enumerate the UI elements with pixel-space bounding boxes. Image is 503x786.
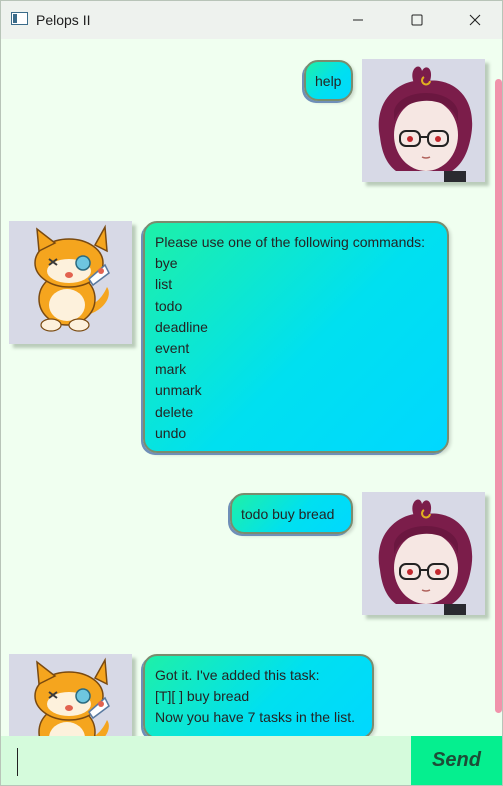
message-line: list [155, 276, 173, 293]
message-line: Got it. I've added this task: [155, 667, 320, 683]
message-input[interactable] [1, 736, 411, 785]
user-avatar [362, 59, 485, 182]
message-line: deadline [155, 318, 208, 335]
minimize-icon [353, 19, 363, 21]
maximize-icon [411, 14, 423, 26]
message-line: todo [155, 297, 183, 314]
chat-scroll-area[interactable]: help Please use one of the following com… [1, 39, 502, 736]
message-line: unmark [155, 382, 202, 399]
message-text: help [315, 73, 342, 89]
message-line: event [155, 340, 190, 357]
bot-avatar [9, 221, 132, 344]
send-button[interactable]: Send [411, 736, 502, 785]
message-line: bye [155, 255, 178, 272]
user-message-bubble: todo buy bread [230, 493, 353, 534]
user-message-bubble: help [304, 60, 353, 101]
app-window: Pelops II help Please use one of the fol… [0, 0, 503, 786]
title-bar: Pelops II [1, 1, 502, 39]
message-line: Now you have 7 tasks in the list. [155, 709, 355, 726]
message-line: delete [155, 403, 194, 420]
bot-avatar-icon [9, 221, 132, 344]
input-bar: Send [1, 736, 502, 785]
bot-avatar-icon [9, 654, 132, 736]
close-icon [469, 14, 481, 26]
window-title: Pelops II [36, 12, 91, 28]
message-line: [T][ ] buy bread [155, 688, 250, 705]
user-avatar-icon [362, 492, 485, 615]
app-icon [11, 12, 28, 25]
bot-avatar [9, 654, 132, 736]
bot-message-bubble: Please use one of the following commands… [143, 221, 449, 453]
message-line: undo [155, 424, 187, 441]
scrollbar-thumb[interactable] [495, 79, 502, 713]
maximize-button[interactable] [388, 1, 446, 39]
minimize-button[interactable] [329, 1, 387, 39]
message-line: mark [155, 361, 187, 378]
text-caret [17, 748, 18, 776]
user-avatar-icon [362, 59, 485, 182]
bot-message-bubble: Got it. I've added this task: [T][ ] buy… [143, 654, 374, 736]
close-button[interactable] [446, 1, 502, 39]
user-avatar [362, 492, 485, 615]
message-line: Please use one of the following commands… [155, 234, 426, 250]
message-text: todo buy bread [241, 506, 335, 522]
